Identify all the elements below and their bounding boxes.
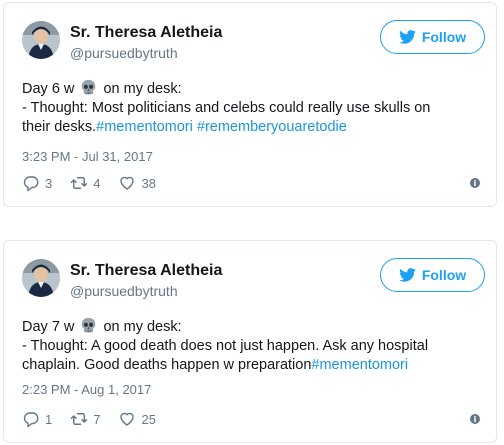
tweet-text-segment: their desks. (22, 119, 97, 135)
retweet-button[interactable]: 7 (70, 410, 100, 428)
tweet-text-line: - Thought: A good death does not just ha… (22, 338, 429, 354)
retweet-count: 7 (93, 411, 101, 427)
heart-icon (120, 412, 135, 426)
tweet-text-segment: chaplain. Good deaths happen w preparati… (22, 357, 312, 373)
tweet-text-segment: on my desk: (103, 81, 182, 97)
twitter-bird-icon (398, 268, 416, 282)
retweet-icon (71, 177, 88, 189)
timestamp-link[interactable]: 2:23 PM - Aug 1, 2017 (22, 382, 151, 397)
retweet-icon (71, 413, 88, 425)
follow-label: Follow (421, 29, 467, 45)
tweet-card-2: Sr. Theresa Aletheia @pursuedbytruth Fol… (3, 240, 497, 443)
tweet-text-segment: Day 6 w (22, 81, 75, 97)
like-count: 38 (141, 175, 156, 191)
tweet-text-segment: Day 7 w (22, 319, 75, 335)
hashtag-link[interactable]: #rememberyouaretodie (197, 119, 347, 135)
timestamp-link[interactable]: 3:23 PM - Jul 31, 2017 (22, 149, 153, 164)
reply-button[interactable]: 1 (22, 410, 52, 428)
tweet-text: Day 7 w on my desk: - Thought: A good de… (22, 317, 482, 375)
tweet-actions: 3 4 38 (22, 173, 174, 193)
hashtag-link[interactable]: #mementomori (96, 119, 193, 135)
info-icon[interactable]: i (470, 178, 480, 188)
twitter-bird-icon (398, 30, 416, 44)
like-button[interactable]: 25 (118, 410, 156, 428)
avatar[interactable] (22, 259, 60, 297)
skull-emoji-icon (82, 79, 96, 95)
skull-emoji-icon (82, 317, 96, 333)
tweet-actions: 1 7 25 (22, 409, 174, 429)
reply-count: 3 (45, 175, 53, 191)
reply-count: 1 (45, 411, 53, 427)
reply-icon (23, 412, 39, 428)
info-icon[interactable]: i (470, 414, 480, 424)
tweet-text-segment: on my desk: (103, 319, 182, 335)
follow-button[interactable]: Follow (380, 20, 485, 54)
follow-label: Follow (421, 267, 467, 283)
retweet-count: 4 (93, 175, 101, 191)
tweet-text: Day 6 w on my desk: - Thought: Most poli… (22, 79, 482, 137)
tweet-card-1: Sr. Theresa Aletheia @pursuedbytruth Fol… (3, 2, 497, 207)
display-name[interactable]: Sr. Theresa Aletheia (70, 262, 222, 280)
tweet-text-line: - Thought: Most politicians and celebs c… (22, 100, 431, 116)
like-button[interactable]: 38 (118, 174, 156, 192)
heart-icon (120, 176, 135, 190)
follow-button[interactable]: Follow (380, 258, 485, 292)
display-name[interactable]: Sr. Theresa Aletheia (70, 24, 222, 42)
user-handle[interactable]: @pursuedbytruth (70, 283, 178, 299)
like-count: 25 (141, 411, 156, 427)
user-handle[interactable]: @pursuedbytruth (70, 45, 178, 61)
reply-button[interactable]: 3 (22, 174, 52, 192)
avatar[interactable] (22, 21, 60, 59)
reply-icon (23, 176, 39, 192)
hashtag-link[interactable]: #mementomori (311, 357, 408, 373)
retweet-button[interactable]: 4 (70, 174, 100, 192)
